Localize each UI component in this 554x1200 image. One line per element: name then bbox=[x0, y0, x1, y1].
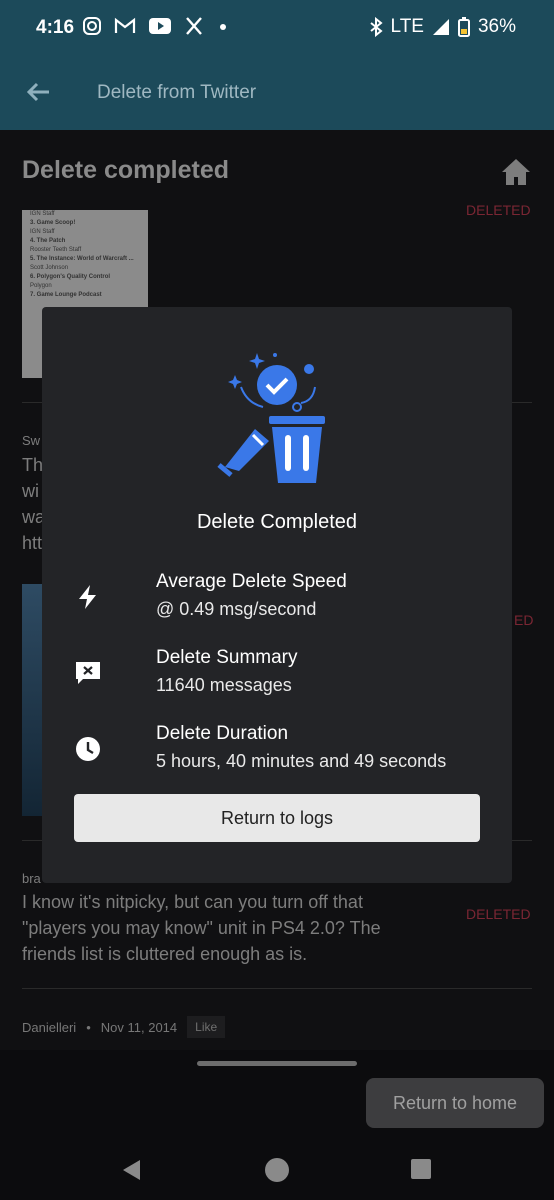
network-type: LTE bbox=[390, 16, 424, 37]
battery-percent: 36% bbox=[477, 16, 516, 37]
tweet-author: Danielleri bbox=[22, 1019, 77, 1035]
thumb-line: Polygon bbox=[30, 283, 52, 289]
trash-check-illustration-icon bbox=[217, 353, 325, 483]
thumb-line: 4. The Patch bbox=[30, 238, 66, 244]
tweet-text-line: wi bbox=[22, 481, 39, 501]
x-logo-icon bbox=[186, 17, 202, 35]
system-status-icons: LTE 36% bbox=[369, 16, 516, 38]
thumb-line: 6. Polygon's Quality Control bbox=[30, 274, 111, 280]
divider bbox=[22, 988, 532, 989]
stat-value: 11640 messages bbox=[156, 675, 292, 695]
tweet-text: I know it's nitpicky, but can you turn o… bbox=[22, 892, 381, 964]
thumb-line: Rooster Teeth Staff bbox=[30, 247, 82, 253]
thumb-line: 5. The Instance: World of Warcraft ... bbox=[30, 256, 134, 262]
stat-average-speed: Average Delete Speed @ 0.49 msg/second bbox=[74, 571, 494, 631]
stat-value: @ 0.49 msg/second bbox=[156, 599, 317, 619]
deleted-badge: DELETED bbox=[466, 202, 531, 218]
gmail-icon bbox=[114, 17, 136, 33]
navigation-bar bbox=[0, 1140, 554, 1200]
like-button[interactable]: Like bbox=[187, 1016, 226, 1038]
tweet-text-line: htt bbox=[22, 533, 43, 553]
lightning-icon bbox=[79, 585, 96, 609]
nav-home-icon[interactable] bbox=[264, 1157, 290, 1183]
thumb-line: IGN Staff bbox=[30, 211, 55, 217]
thumb-line: IGN Staff bbox=[30, 229, 55, 235]
stat-label: Delete Summary bbox=[156, 647, 298, 668]
nav-back-icon[interactable] bbox=[120, 1158, 144, 1182]
thumb-line: 3. Game Scoop! bbox=[30, 220, 76, 226]
deleted-badge-partial: ED bbox=[514, 612, 534, 628]
return-to-logs-button[interactable]: Return to logs bbox=[74, 794, 480, 842]
thumb-line: 7. Game Lounge Podcast bbox=[30, 292, 102, 298]
delete-completed-dialog: Delete Completed Average Delete Speed @ … bbox=[42, 307, 512, 883]
page-title: Delete completed bbox=[22, 156, 230, 184]
back-arrow-icon[interactable] bbox=[24, 78, 52, 106]
battery-icon bbox=[457, 17, 470, 37]
return-to-home-button[interactable]: Return to home bbox=[366, 1078, 544, 1128]
status-bar: 4:16 LTE 36% bbox=[0, 0, 554, 58]
stat-label: Delete Duration bbox=[156, 723, 289, 744]
deleted-badge: DELETED bbox=[466, 906, 531, 922]
stat-delete-duration: Delete Duration 5 hours, 40 minutes and … bbox=[74, 723, 494, 783]
tweet-date: Nov 11, 2014 bbox=[100, 1019, 178, 1035]
instagram-icon bbox=[83, 17, 101, 35]
stat-label: Average Delete Speed bbox=[156, 571, 347, 592]
signal-icon bbox=[432, 19, 449, 35]
youtube-icon bbox=[149, 18, 171, 34]
clock-icon bbox=[76, 737, 100, 761]
meta-dot: • bbox=[86, 1019, 91, 1035]
tweet-image bbox=[22, 584, 44, 816]
tweet-author: Sw bbox=[22, 433, 41, 448]
status-time: 4:16 bbox=[36, 17, 75, 38]
nav-recents-icon[interactable] bbox=[410, 1158, 432, 1180]
dialog-title: Delete Completed bbox=[196, 511, 358, 533]
dot-icon bbox=[220, 24, 226, 30]
tweet-meta: Danielleri • Nov 11, 2014 Like bbox=[22, 1016, 226, 1038]
tweet-text-line: Th bbox=[22, 455, 44, 475]
app-bar: Delete from Twitter bbox=[0, 58, 554, 130]
stat-delete-summary: Delete Summary 11640 messages bbox=[74, 647, 494, 707]
notification-icons bbox=[82, 16, 230, 36]
message-x-icon bbox=[76, 662, 100, 684]
bluetooth-icon bbox=[369, 17, 383, 37]
app-bar-title: Delete from Twitter bbox=[97, 82, 257, 103]
home-icon[interactable] bbox=[500, 156, 532, 188]
drag-handle[interactable] bbox=[197, 1061, 357, 1066]
thumb-line: Scott Johnson bbox=[30, 265, 69, 271]
stat-value: 5 hours, 40 minutes and 49 seconds bbox=[156, 751, 447, 771]
